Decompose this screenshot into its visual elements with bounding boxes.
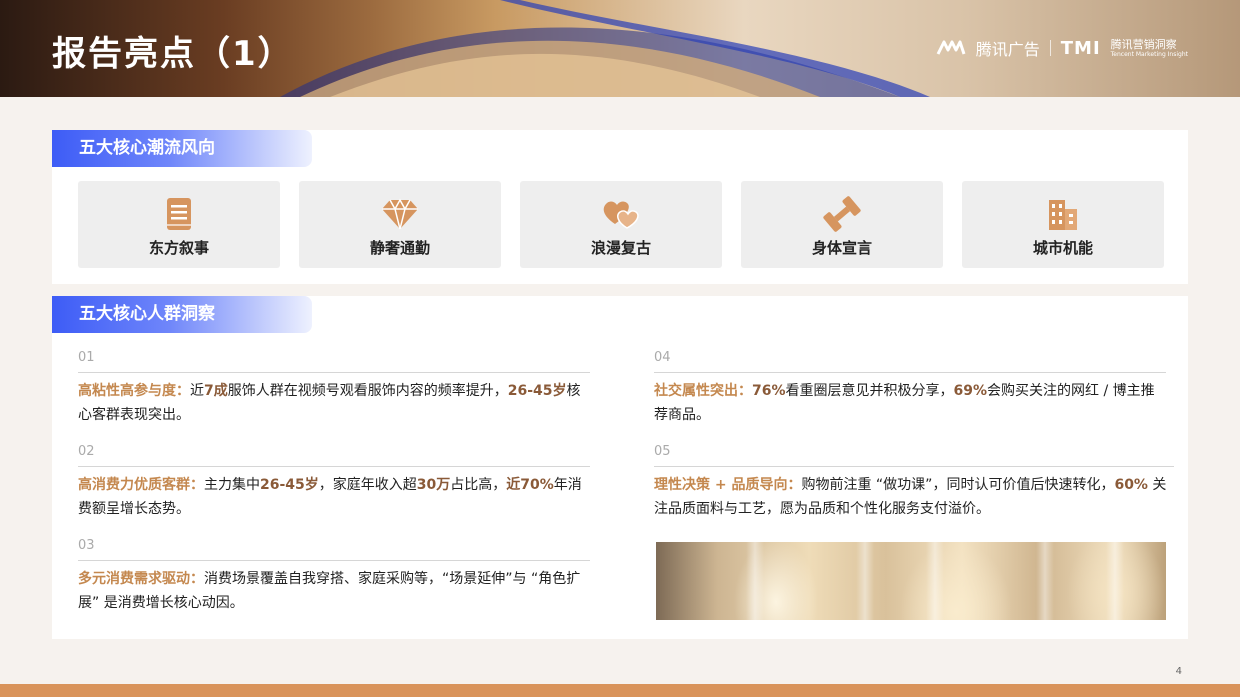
fabric-photo	[656, 542, 1166, 620]
insight-highlight: 69%	[953, 383, 988, 399]
fabric-fold	[1036, 542, 1054, 620]
logo-divider	[1049, 40, 1051, 56]
insight-text-part: 购物前注重 “做功课”，同时认可价值后快速转化，	[801, 477, 1115, 493]
insights-panel: 五大核心人群洞察 01 高粘性高参与度：近7成服饰人群在视频号观看服饰内容的频率…	[52, 296, 1188, 639]
insight-highlight: 近70%	[506, 477, 554, 493]
insight-text-part: 占比高，	[450, 477, 507, 493]
insight-item: 01 高粘性高参与度：近7成服饰人群在视频号观看服饰内容的频率提升，26-45岁…	[78, 350, 590, 427]
trend-label: 东方叙事	[148, 239, 209, 257]
insight-highlight: 26-45岁	[507, 383, 567, 399]
trend-label: 城市机能	[1032, 239, 1093, 257]
brand-logos: 腾讯广告 TMI 腾讯营销洞察 Tencent Marketing Insigh…	[936, 36, 1188, 60]
insight-item: 05 理性决策 + 品质导向：购物前注重 “做功课”，同时认可价值后快速转化，6…	[654, 444, 1174, 521]
insight-text-part: 消费场景覆盖自我穿搭、家庭采购等，	[204, 571, 442, 587]
insight-divider	[654, 466, 1174, 467]
tmi-logo: TMI	[1060, 37, 1101, 59]
insight-text: 高粘性高参与度：近7成服饰人群在视频号观看服饰内容的频率提升，26-45岁核心客…	[78, 379, 590, 427]
trend-cards: 东方叙事 静奢通勤 浪漫复古 身体宣言 城市机能	[78, 181, 1164, 268]
insight-text: 理性决策 + 品质导向：购物前注重 “做功课”，同时认可价值后快速转化，60% …	[654, 473, 1174, 521]
insight-lead: 高消费力优质客群：	[78, 477, 204, 493]
tmi-subtitle: 腾讯营销洞察 Tencent Marketing Insight	[1111, 39, 1188, 58]
trend-card: 身体宣言	[741, 181, 943, 268]
tencent-ads-brand: 腾讯广告	[975, 40, 1040, 59]
insight-divider	[78, 560, 590, 561]
insight-item: 03 多元消费需求驱动：消费场景覆盖自我穿搭、家庭采购等，“场景延伸”与 “角色…	[78, 538, 590, 615]
insight-divider	[78, 466, 590, 467]
insight-highlight: 7成	[204, 383, 228, 399]
fabric-fold	[1106, 542, 1124, 620]
insight-highlight: 26-45岁	[260, 477, 319, 493]
trend-card: 东方叙事	[78, 181, 280, 268]
insight-number: 04	[654, 350, 671, 365]
insight-highlight: 30万	[416, 477, 451, 493]
insight-divider	[654, 372, 1166, 373]
tencent-ads-logo-icon	[936, 40, 966, 55]
book-icon	[167, 198, 191, 230]
insight-text: 高消费力优质客群：主力集中26-45岁，家庭年收入超30万占比高，近70%年消费…	[78, 473, 590, 521]
insight-text-part: 服饰人群在视频号观看服饰内容的频率提升，	[227, 383, 508, 399]
insight-number: 02	[78, 444, 95, 459]
fabric-fold	[926, 542, 944, 620]
trends-section-title: 五大核心潮流风向	[52, 130, 312, 167]
tmi-cn-name: 腾讯营销洞察	[1110, 37, 1177, 51]
insight-text: 多元消费需求驱动：消费场景覆盖自我穿搭、家庭采购等，“场景延伸”与 “角色扩展”…	[78, 567, 590, 615]
trend-card: 城市机能	[962, 181, 1164, 268]
insight-number: 05	[654, 444, 671, 459]
insight-text-part: 近	[190, 383, 204, 399]
tmi-en-name: Tencent Marketing Insight	[1110, 50, 1188, 58]
trend-label: 静奢通勤	[369, 239, 430, 257]
insight-text-part: 主力集中	[204, 477, 260, 493]
header-banner: 报告亮点（1） 腾讯广告 TMI 腾讯营销洞察 Tencent Marketin…	[0, 0, 1240, 97]
insight-number: 03	[78, 538, 95, 553]
dumbbell-icon	[823, 196, 861, 232]
insight-highlight: 76%	[752, 383, 786, 399]
insight-text-part: ，家庭年收入超	[318, 477, 417, 493]
insight-divider	[78, 372, 590, 373]
insight-lead: 社交属性突出：	[654, 383, 752, 399]
trend-card: 静奢通勤	[299, 181, 501, 268]
trends-panel: 五大核心潮流风向 东方叙事 静奢通勤 浪漫复古 身体宣言 城市机能	[52, 130, 1188, 284]
page-number: 4	[1175, 666, 1182, 677]
insight-lead: 高粘性高参与度：	[78, 383, 190, 399]
trend-label: 浪漫复古	[590, 239, 651, 257]
fabric-fold	[746, 542, 764, 620]
insight-highlight: 60%	[1114, 477, 1148, 493]
insight-lead: 理性决策 + 品质导向：	[654, 477, 802, 493]
building-icon	[1049, 200, 1077, 230]
insight-text-part: 看重圈层意见并积极分享，	[785, 383, 954, 399]
trend-label: 身体宣言	[811, 239, 872, 257]
hearts-icon	[603, 201, 639, 229]
footer-bar	[0, 684, 1240, 697]
trend-card: 浪漫复古	[520, 181, 722, 268]
page-title: 报告亮点（1）	[52, 34, 294, 74]
insight-item: 04 社交属性突出：76%看重圈层意见并积极分享，69%会购买关注的网红 / 博…	[654, 350, 1166, 427]
insight-item: 02 高消费力优质客群：主力集中26-45岁，家庭年收入超30万占比高，近70%…	[78, 444, 590, 521]
fabric-fold	[856, 542, 874, 620]
insight-text: 社交属性突出：76%看重圈层意见并积极分享，69%会购买关注的网红 / 博主推荐…	[654, 379, 1166, 427]
insights-section-title: 五大核心人群洞察	[52, 296, 312, 333]
insight-number: 01	[78, 350, 95, 365]
insight-lead: 多元消费需求驱动：	[78, 571, 204, 587]
diamond-icon	[382, 198, 418, 230]
